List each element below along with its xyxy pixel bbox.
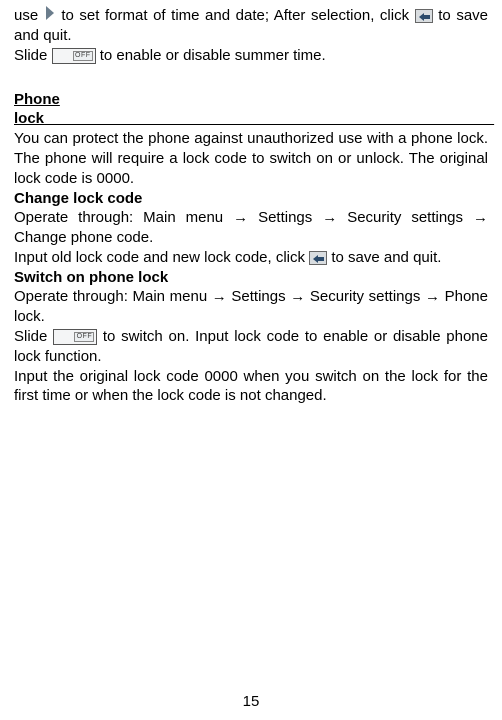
paragraph-original-code: Input the original lock code 0000 when y…: [14, 367, 488, 407]
chevron-right-icon: [44, 6, 56, 26]
toggle-off-icon: [53, 329, 97, 345]
heading-text: Phone lock: [14, 91, 60, 128]
text-fragment: Input old lock code and new lock code, c…: [14, 249, 309, 266]
paragraph-input-codes: Input old lock code and new lock code, c…: [14, 248, 488, 268]
section-heading-phone-lock: Phone lock: [14, 90, 488, 130]
paragraph-phone-lock-path: Operate through: Main menu → Settings → …: [14, 287, 488, 327]
paragraph-slide-switch-on: Slide to switch on. Input lock code to e…: [14, 327, 488, 367]
paragraph-phone-lock-intro: You can protect the phone against unauth…: [14, 129, 488, 188]
text-fragment: use: [14, 7, 44, 24]
subheading-switch-on-lock: Switch on phone lock: [14, 268, 488, 288]
toggle-off-icon: [52, 48, 96, 64]
back-icon: [309, 251, 327, 265]
back-icon: [415, 9, 433, 23]
page-number: 15: [0, 692, 502, 712]
paragraph-change-code-path: Operate through: Main menu → Settings → …: [14, 208, 488, 248]
spacer: [14, 66, 488, 76]
text-fragment: Slide: [14, 47, 52, 64]
subheading-change-lock-code: Change lock code: [14, 189, 488, 209]
text-fragment: to save and quit.: [327, 249, 441, 266]
text-fragment: to set format of time and date; After se…: [56, 7, 415, 24]
paragraph-time-date: use to set format of time and date; Afte…: [14, 6, 488, 46]
text-fragment: Slide: [14, 328, 53, 345]
paragraph-summer-time: Slide to enable or disable summer time.: [14, 46, 488, 66]
document-page: use to set format of time and date; Afte…: [0, 0, 502, 720]
text-fragment: to enable or disable summer time.: [96, 47, 326, 64]
